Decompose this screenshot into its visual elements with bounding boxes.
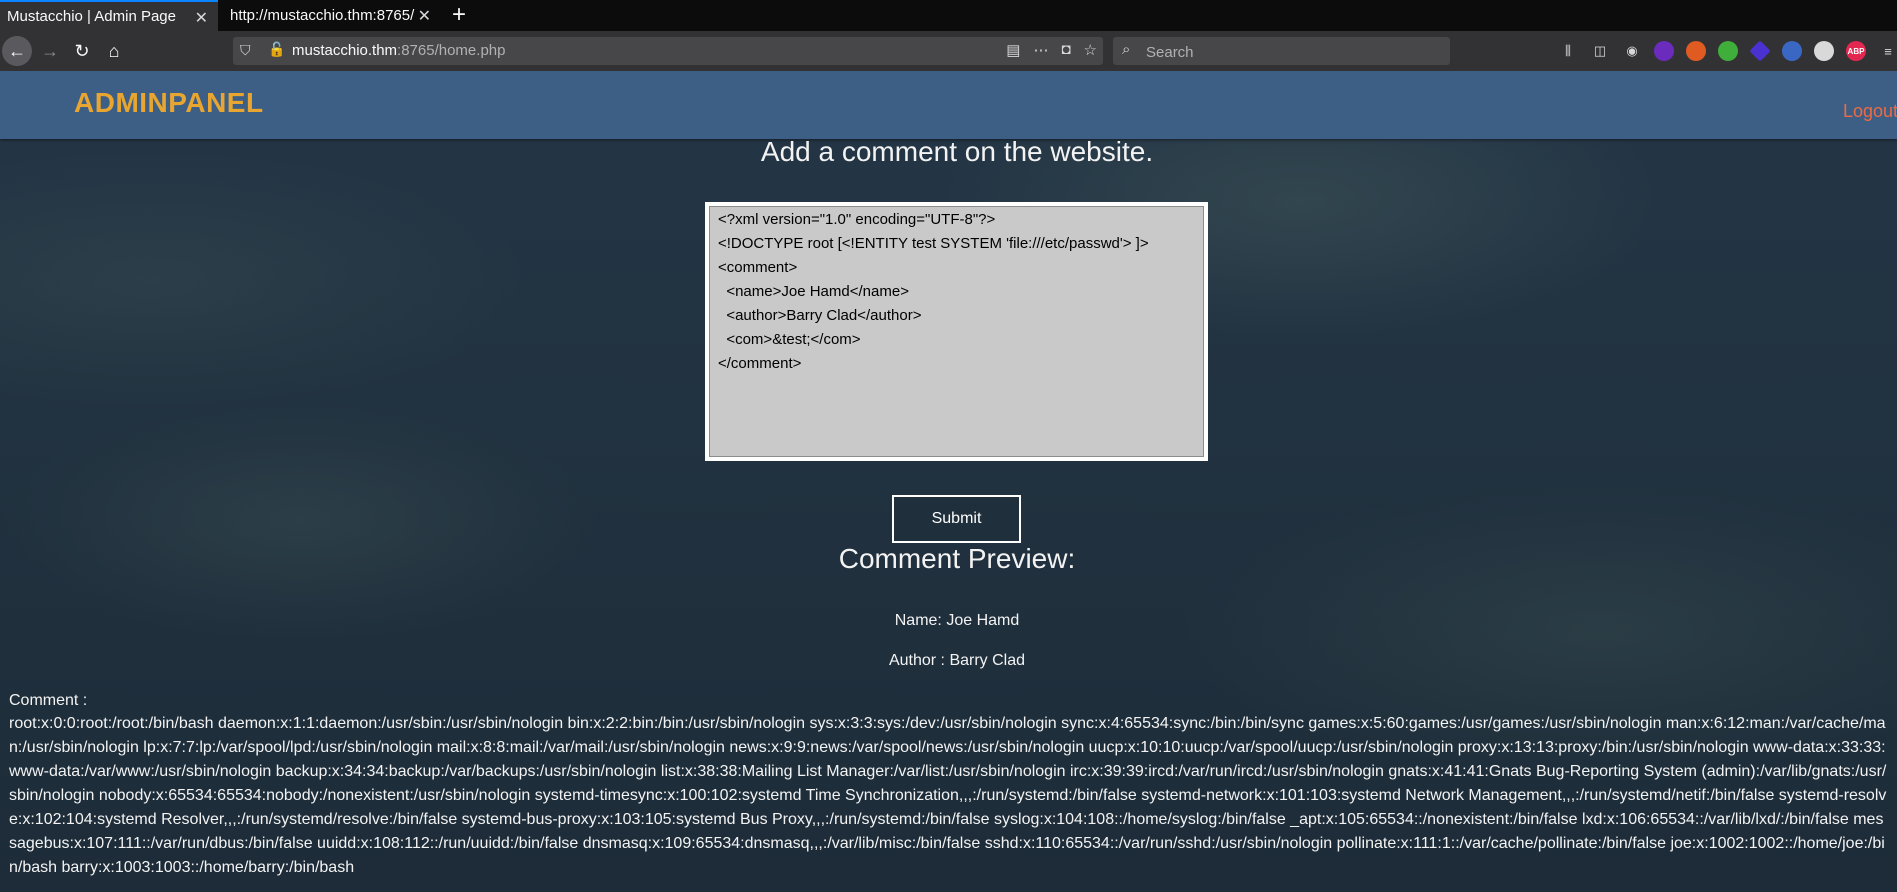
page-title: Add a comment on the website. [760,136,1154,167]
browser-nav-bar: ← → ↻ ⌂ ⛉ 🔓 mustacchio.thm:8765/home.php… [0,31,1897,71]
search-icon: ⌕ [1122,41,1131,58]
tab-home-php[interactable]: http://mustacchio.thm:8765/ ✕ [223,0,441,31]
url-text[interactable]: mustacchio.thm:8765/home.php [292,42,505,59]
page-content: ADMINPANEL Logout Add a comment on the w… [0,71,1897,892]
preview-comment-body: root:x:0:0:root:/root:/bin/bash daemon:x… [9,715,1887,876]
sidebar-icon[interactable]: ◫ [1590,41,1610,61]
tab-admin-page[interactable]: Mustacchio | Admin Page ✕ [0,0,218,31]
tab-title: Mustacchio | Admin Page [7,8,176,25]
back-arrow-icon[interactable]: ← [2,36,32,66]
browser-tab-bar: Mustacchio | Admin Page ✕ http://mustacc… [0,0,1897,31]
preview-name: Name: Joe Hamd [894,612,1020,629]
menu-icon[interactable]: ≡ [1878,41,1897,61]
url-actions: ▤ ⋯ ◘ ☆ [1006,41,1097,59]
library-icon[interactable]: ⫼ [1558,41,1578,61]
submit-button[interactable]: Submit [892,495,1021,543]
toolbar-icons: ⫼ ◫ ◉ ABP ≡ [1558,40,1897,62]
lock-warning-icon[interactable]: 🔓 [268,41,285,58]
extension-icon[interactable] [1654,41,1674,61]
search-input[interactable] [1144,37,1438,67]
star-icon[interactable]: ☆ [1084,41,1097,59]
search-bar[interactable]: ⌕ [1113,37,1450,67]
comment-box: <?xml version="1.0" encoding="UTF-8"?> <… [705,202,1208,461]
url-host: mustacchio.thm [292,42,398,59]
shield-icon[interactable]: ⛉ [240,42,251,59]
close-icon[interactable]: ✕ [195,8,208,28]
home-icon[interactable]: ⌂ [99,36,129,66]
reader-view-icon[interactable]: ▤ [1006,41,1020,59]
more-icon[interactable]: ⋯ [1033,41,1048,59]
forward-arrow-icon[interactable]: → [35,36,65,66]
preview-comment-label: Comment : [9,692,88,709]
brand-logo[interactable]: ADMINPANEL [74,87,264,119]
adblock-icon[interactable]: ABP [1846,41,1866,61]
extension-icon[interactable] [1718,41,1738,61]
pocket-icon[interactable]: ◘ [1061,41,1070,59]
tab-title: http://mustacchio.thm:8765/ [230,7,415,24]
url-path: :8765/home.php [397,42,506,59]
address-bar[interactable]: ⛉ 🔓 mustacchio.thm:8765/home.php ▤ ⋯ ◘ ☆ [233,37,1103,65]
preview-author: Author : Barry Clad [888,652,1026,669]
logout-link[interactable]: Logout [1843,101,1897,122]
comment-textarea[interactable]: <?xml version="1.0" encoding="UTF-8"?> <… [709,206,1204,457]
extension-icon[interactable] [1749,40,1771,62]
extension-icon[interactable] [1686,41,1706,61]
extension-icon[interactable] [1782,41,1802,61]
extension-icon[interactable] [1814,41,1834,61]
site-header: ADMINPANEL Logout [0,71,1897,139]
close-icon[interactable]: ✕ [418,6,431,26]
reload-icon[interactable]: ↻ [67,36,97,66]
plus-icon[interactable]: + [452,2,466,28]
preview-title: Comment Preview: [838,543,1076,574]
account-icon[interactable]: ◉ [1622,41,1642,61]
